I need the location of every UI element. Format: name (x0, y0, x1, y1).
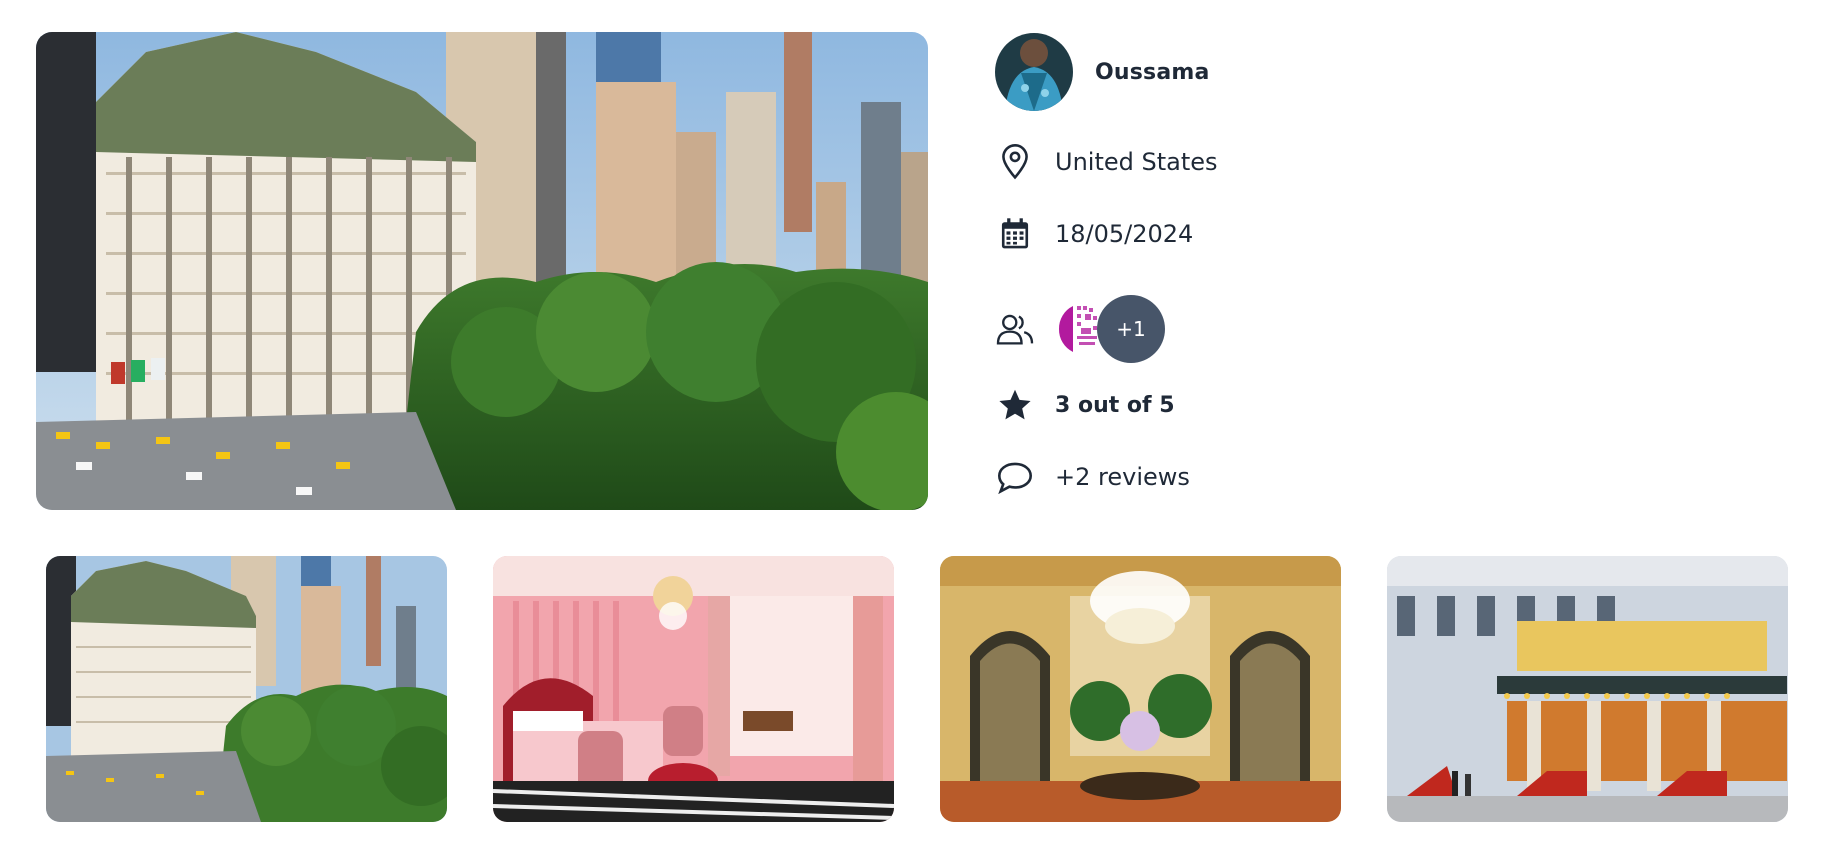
thumbnail-lobby[interactable] (940, 556, 1341, 822)
user-profile[interactable]: Oussama (995, 32, 1210, 112)
map-pin-icon (995, 142, 1035, 182)
rating-row: 3 out of 5 (995, 385, 1175, 425)
location-row: United States (995, 142, 1218, 182)
hotel-exterior-image (36, 32, 928, 510)
calendar-icon (995, 214, 1035, 254)
thumbnail-bedroom[interactable] (493, 556, 894, 822)
user-avatar[interactable] (995, 33, 1073, 111)
thumbnail-hotel-exterior[interactable] (46, 556, 447, 822)
participants-row: +1 (995, 294, 1165, 364)
thumbnail-entrance[interactable] (1387, 556, 1788, 822)
chat-bubble-icon (995, 457, 1035, 497)
main-photo[interactable] (36, 32, 928, 510)
avatar-icon (995, 33, 1073, 111)
user-name[interactable]: Oussama (1095, 60, 1210, 85)
entrance-thumb-image (1387, 556, 1788, 822)
hotel-exterior-thumb-image (46, 556, 447, 822)
bedroom-thumb-image (493, 556, 894, 822)
rating-text: 3 out of 5 (1055, 392, 1175, 418)
photo-thumbnails (46, 556, 1788, 822)
reviews-row[interactable]: +2 reviews (995, 457, 1190, 497)
participants-list[interactable]: +1 (1055, 294, 1165, 364)
date-row: 18/05/2024 (995, 214, 1193, 254)
reviews-link[interactable]: +2 reviews (1055, 463, 1190, 491)
users-icon (995, 309, 1035, 349)
more-participants-badge[interactable]: +1 (1097, 295, 1165, 363)
location-text: United States (1055, 148, 1218, 176)
date-text: 18/05/2024 (1055, 220, 1194, 248)
star-icon (995, 385, 1035, 425)
trip-detail-page: Oussama United States 18/05/2024 +1 3 ou… (0, 0, 1831, 854)
lobby-thumb-image (940, 556, 1341, 822)
